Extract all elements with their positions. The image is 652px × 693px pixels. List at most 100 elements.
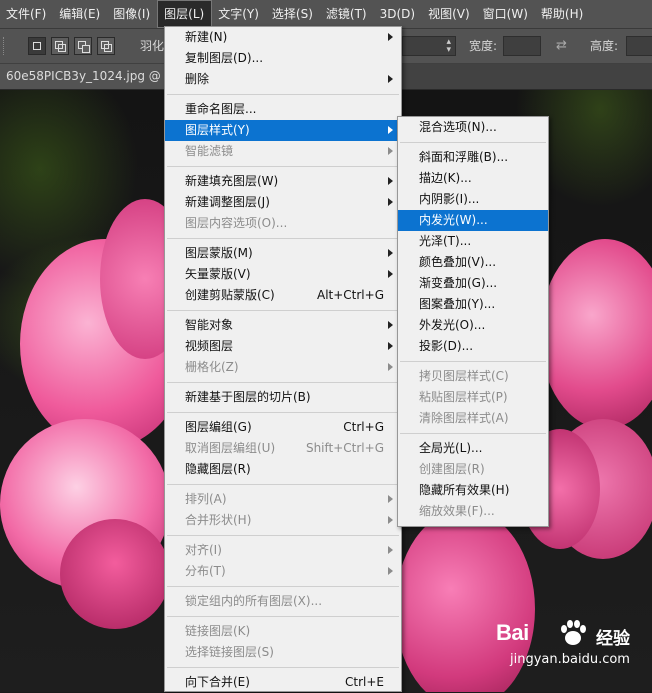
layer-menu-item-9[interactable]: 新建调整图层(J) <box>165 192 401 213</box>
menubar-item-9[interactable]: 窗口(W) <box>477 0 535 28</box>
width-input[interactable] <box>503 36 541 56</box>
layer-menu-item-label: 链接图层(K) <box>185 624 251 638</box>
layer-style-item-18: 创建图层(R) <box>398 459 548 480</box>
layer-menu-item-shortcut: Shift+Ctrl+G <box>305 441 384 455</box>
layer-menu-item-label: 重命名图层... <box>185 102 257 116</box>
layer-style-item-2[interactable]: 斜面和浮雕(B)... <box>398 147 548 168</box>
layer-menu-item-label: 删除 <box>185 72 210 86</box>
menubar-item-4[interactable]: 文字(Y) <box>212 0 266 28</box>
layer-menu-item-22[interactable]: 图层编组(G) Ctrl+G <box>165 417 401 438</box>
submenu-arrow-icon <box>388 33 393 41</box>
layer-style-item-10[interactable]: 外发光(O)... <box>398 315 548 336</box>
layer-menu-item-4[interactable]: 重命名图层... <box>165 99 401 120</box>
layer-menu-item-1[interactable]: 复制图层(D)... <box>165 48 401 69</box>
layer-menu: 新建(N) 复制图层(D)... 删除重命名图层... 图层样式(Y) 智能滤镜新建填充… <box>164 26 402 692</box>
menubar-item-10[interactable]: 帮助(H) <box>535 0 590 28</box>
layer-menu-item-label: 排列(A) <box>185 492 227 506</box>
layer-menu-separator <box>167 310 399 311</box>
layer-style-item-label: 斜面和浮雕(B)... <box>419 150 509 164</box>
layer-menu-item-10: 图层内容选项(O)... <box>165 213 401 234</box>
layer-style-item-label: 渐变叠加(G)... <box>419 276 498 290</box>
layer-style-separator <box>400 142 546 143</box>
layer-menu-item-13[interactable]: 矢量蒙版(V) <box>165 264 401 285</box>
layer-menu-item-label: 图层编组(G) <box>185 420 252 434</box>
menubar-item-2[interactable]: 图像(I) <box>107 0 157 28</box>
menubar-item-7[interactable]: 3D(D) <box>374 0 422 28</box>
add-to-selection-button[interactable] <box>51 37 69 55</box>
layer-menu-item-18: 栅格化(Z) <box>165 357 401 378</box>
menubar-item-1[interactable]: 编辑(E) <box>53 0 107 28</box>
layer-menu-item-26: 排列(A) <box>165 489 401 510</box>
submenu-arrow-icon <box>388 321 393 329</box>
layer-menu-item-label: 对齐(I) <box>185 543 222 557</box>
layer-menu-item-12[interactable]: 图层蒙版(M) <box>165 243 401 264</box>
subtract-from-selection-button[interactable] <box>74 37 92 55</box>
new-selection-button[interactable] <box>28 37 46 55</box>
layer-style-item-4[interactable]: 内阴影(I)... <box>398 189 548 210</box>
layer-style-item-label: 内阴影(I)... <box>419 192 480 206</box>
intersect-selection-button[interactable] <box>97 37 115 55</box>
layer-menu-item-37[interactable]: 向下合并(E) Ctrl+E <box>165 672 401 693</box>
layer-style-item-9[interactable]: 图案叠加(Y)... <box>398 294 548 315</box>
layer-menu-item-27: 合并形状(H) <box>165 510 401 531</box>
layer-style-item-11[interactable]: 投影(D)... <box>398 336 548 357</box>
layer-style-item-20: 缩放效果(F)... <box>398 501 548 522</box>
submenu-arrow-icon <box>388 198 393 206</box>
menubar-item-6[interactable]: 滤镜(T) <box>320 0 374 28</box>
layer-menu-item-0[interactable]: 新建(N) <box>165 27 401 48</box>
width-label: 宽度: <box>469 39 498 53</box>
layer-style-item-15: 清除图层样式(A) <box>398 408 548 429</box>
layer-style-item-label: 缩放效果(F)... <box>419 504 495 518</box>
layer-style-item-6[interactable]: 光泽(T)... <box>398 231 548 252</box>
layer-menu-separator <box>167 94 399 95</box>
baidu-jingyan-watermark: Bai 经验 jingyan.baidu.com <box>496 620 646 686</box>
layer-menu-item-14[interactable]: 创建剪贴蒙版(C) Alt+Ctrl+G <box>165 285 401 306</box>
layer-menu-item-29: 对齐(I) <box>165 540 401 561</box>
height-input[interactable] <box>626 36 652 56</box>
layer-style-item-19[interactable]: 隐藏所有效果(H) <box>398 480 548 501</box>
style-dropdown[interactable]: ▴ ▾ <box>402 36 456 56</box>
layer-menu-item-label: 合并形状(H) <box>185 513 252 527</box>
submenu-arrow-icon <box>388 177 393 185</box>
layer-menu-item-label: 图层蒙版(M) <box>185 246 253 260</box>
layer-menu-item-20[interactable]: 新建基于图层的切片(B) <box>165 387 401 408</box>
watermark-brand: Bai <box>496 620 529 645</box>
document-tab[interactable]: 60e58PICB3y_1024.jpg @ 66 <box>0 64 186 89</box>
layer-style-submenu: 混合选项(N)... 斜面和浮雕(B)... 描边(K)... 内阴影(I)... 内发… <box>397 116 549 527</box>
layer-menu-item-label: 选择链接图层(S) <box>185 645 274 659</box>
layer-menu-item-label: 向下合并(E) <box>185 675 250 689</box>
layer-menu-item-label: 视频图层 <box>185 339 234 353</box>
layer-style-item-label: 混合选项(N)... <box>419 120 497 134</box>
menubar-item-5[interactable]: 选择(S) <box>266 0 320 28</box>
swap-icon[interactable]: ⇄ <box>556 37 567 55</box>
layer-menu-item-label: 分布(T) <box>185 564 226 578</box>
layer-style-item-label: 外发光(O)... <box>419 318 486 332</box>
layer-menu-item-label: 创建剪贴蒙版(C) <box>185 288 275 302</box>
layer-menu-item-24[interactable]: 隐藏图层(R) <box>165 459 401 480</box>
menubar-item-3[interactable]: 图层(L) <box>157 0 213 28</box>
layer-style-item-0[interactable]: 混合选项(N)... <box>398 117 548 138</box>
layer-menu-item-5[interactable]: 图层样式(Y) <box>165 120 401 141</box>
layer-menu-item-2[interactable]: 删除 <box>165 69 401 90</box>
layer-menu-item-label: 图层样式(Y) <box>185 123 250 137</box>
layer-style-item-label: 描边(K)... <box>419 171 472 185</box>
layer-menu-item-6: 智能滤镜 <box>165 141 401 162</box>
layer-style-item-8[interactable]: 渐变叠加(G)... <box>398 273 548 294</box>
layer-menu-item-16[interactable]: 智能对象 <box>165 315 401 336</box>
layer-menu-item-shortcut: Ctrl+E <box>345 675 384 689</box>
layer-menu-item-8[interactable]: 新建填充图层(W) <box>165 171 401 192</box>
submenu-arrow-icon <box>388 363 393 371</box>
submenu-arrow-icon <box>388 147 393 155</box>
layer-menu-item-label: 矢量蒙版(V) <box>185 267 251 281</box>
menubar-item-0[interactable]: 文件(F) <box>0 0 53 28</box>
height-label: 高度: <box>590 39 619 53</box>
layer-menu-item-17[interactable]: 视频图层 <box>165 336 401 357</box>
layer-menu-item-label: 新建基于图层的切片(B) <box>185 390 311 404</box>
layer-style-item-17[interactable]: 全局光(L)... <box>398 438 548 459</box>
options-grip <box>3 37 8 55</box>
menubar-item-8[interactable]: 视图(V) <box>422 0 477 28</box>
layer-style-item-5[interactable]: 内发光(W)... <box>398 210 548 231</box>
layer-style-item-7[interactable]: 颜色叠加(V)... <box>398 252 548 273</box>
layer-menu-item-label: 新建填充图层(W) <box>185 174 279 188</box>
layer-style-item-3[interactable]: 描边(K)... <box>398 168 548 189</box>
